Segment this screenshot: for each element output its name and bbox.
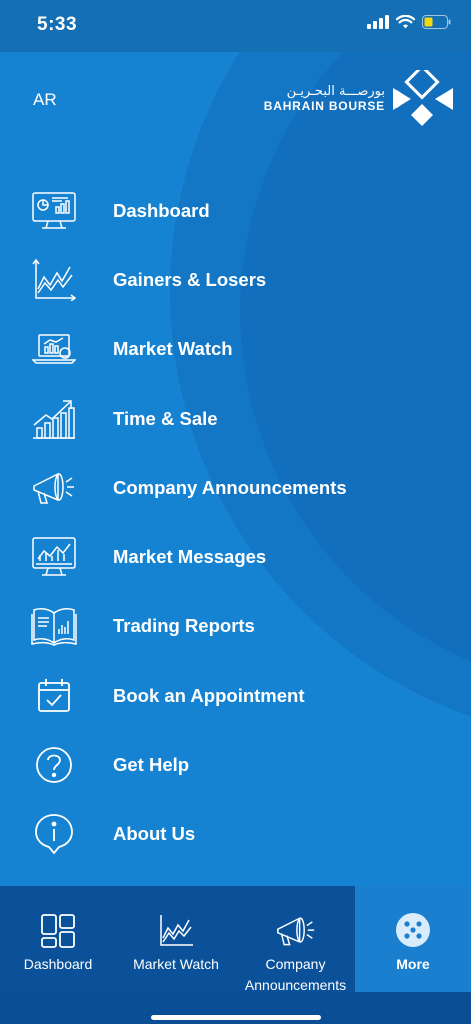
line-chart-icon — [160, 915, 193, 946]
menu-label: Get Help — [113, 754, 190, 776]
home-indicator-area — [0, 992, 471, 1024]
status-bar: 5:33 — [0, 0, 471, 52]
menu-label: Dashboard — [113, 199, 210, 221]
monitor-chart-icon — [31, 534, 77, 580]
tab-company-announcements[interactable]: Company Announcements — [236, 886, 355, 993]
bahrain-bourse-logo: بورصـــة البحـريـن BAHRAIN BOURSE — [264, 70, 453, 128]
logo-english-text: BAHRAIN BOURSE — [263, 99, 385, 113]
menu-label: Market Watch — [113, 338, 233, 360]
menu-label: Gainers & Losers — [113, 268, 267, 290]
battery-icon — [422, 15, 451, 29]
menu-item-book-appointment[interactable]: Book an Appointment — [0, 661, 471, 730]
laptop-chart-icon — [31, 326, 77, 372]
menu-item-market-messages[interactable]: Market Messages — [0, 522, 471, 591]
signal-icon — [367, 15, 389, 29]
tab-label: Market Watch — [133, 956, 219, 972]
line-chart-icon — [31, 257, 77, 303]
menu-label: About Us — [113, 823, 196, 845]
status-time: 5:33 — [37, 14, 78, 35]
menu-label: Book an Appointment — [113, 684, 305, 706]
wifi-icon — [396, 15, 415, 29]
megaphone-icon — [31, 465, 77, 511]
status-icons — [367, 15, 451, 29]
megaphone-icon — [276, 917, 314, 946]
language-toggle[interactable]: AR — [33, 90, 57, 110]
menu-item-company-announcements[interactable]: Company Announcements — [0, 453, 471, 522]
book-report-icon — [31, 603, 77, 649]
question-icon — [31, 742, 77, 788]
menu-item-about-us[interactable]: About Us — [0, 800, 471, 869]
tab-dashboard[interactable]: Dashboard — [0, 886, 116, 992]
menu-item-market-watch[interactable]: Market Watch — [0, 315, 471, 384]
menu-item-get-help[interactable]: Get Help — [0, 730, 471, 799]
menu-item-trading-reports[interactable]: Trading Reports — [0, 592, 471, 661]
growth-bar-icon — [31, 396, 77, 442]
info-icon — [31, 811, 77, 857]
main-menu: Dashboard Gainers & Losers Market Watch … — [0, 176, 471, 869]
side-menu-panel: AR بورصـــة البحـريـن BAHRAIN BOURSE Das… — [0, 52, 471, 886]
menu-item-dashboard[interactable]: Dashboard — [0, 176, 471, 245]
home-indicator[interactable] — [151, 1015, 321, 1020]
dashboard-monitor-icon — [31, 188, 77, 234]
grid-icon — [41, 914, 75, 948]
menu-label: Time & Sale — [113, 407, 218, 429]
menu-label: Company Announcements — [113, 476, 347, 498]
tab-market-watch[interactable]: Market Watch — [116, 886, 236, 992]
tab-more[interactable]: More — [355, 886, 471, 992]
menu-item-time-sale[interactable]: Time & Sale — [0, 384, 471, 453]
menu-label: Market Messages — [113, 546, 267, 568]
menu-item-gainers-losers[interactable]: Gainers & Losers — [0, 245, 471, 314]
tab-label: Dashboard — [23, 956, 93, 972]
more-dots-icon — [396, 913, 430, 947]
tab-label: More — [396, 956, 430, 972]
calendar-check-icon — [31, 673, 77, 719]
logo-mark-icon — [393, 70, 453, 126]
menu-label: Trading Reports — [113, 615, 255, 637]
tab-label: Company Announcements — [244, 956, 347, 993]
logo-arabic-text: بورصـــة البحـريـن — [286, 84, 385, 99]
bottom-tab-bar: Dashboard Market Watch Company Announcem… — [0, 886, 471, 993]
